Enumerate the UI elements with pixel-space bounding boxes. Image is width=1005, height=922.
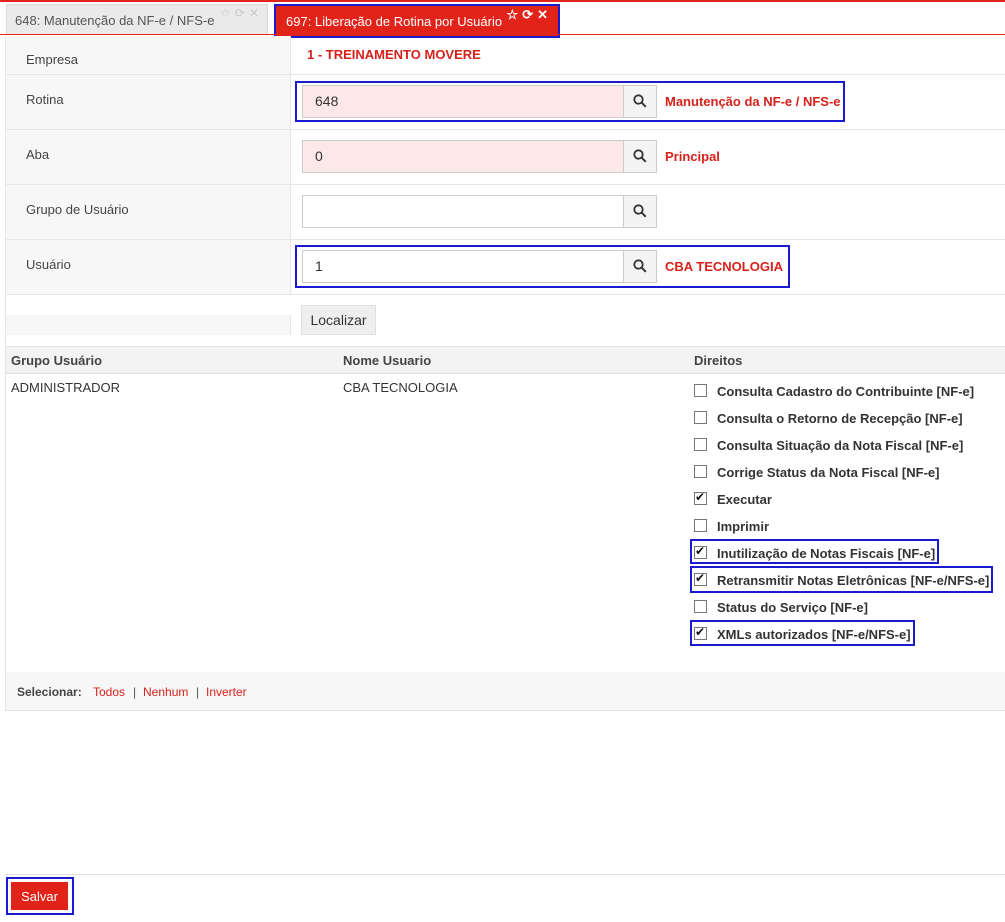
cell-nome-usuario: CBA TECNOLOGIA <box>343 380 458 395</box>
cell-grupo-usuario: ADMINISTRADOR <box>11 380 121 395</box>
right-label-7: Retransmitir Notas Eletrônicas [NF-e/NFS… <box>717 573 990 588</box>
right-checkbox-1[interactable] <box>694 411 707 424</box>
refresh-icon[interactable]: ⟳ <box>235 6 249 20</box>
tab-label: 697: Liberação de Rotina por Usuário <box>286 14 503 29</box>
search-icon <box>633 94 647 108</box>
aba-row: Aba 0 Principal <box>6 130 1005 185</box>
empresa-label-cell: Empresa <box>6 36 291 74</box>
usuario-description: CBA TECNOLOGIA <box>665 259 783 274</box>
rotina-input[interactable]: 648 <box>302 85 624 118</box>
right-checkbox-6[interactable] <box>694 544 707 559</box>
right-label-1: Consulta o Retorno de Recepção [NF-e] <box>717 411 963 426</box>
rotina-row: Rotina 648 Manutenção da NF-e / NFS-e <box>6 75 1005 130</box>
right-checkbox-5[interactable] <box>694 519 707 532</box>
tab-actions: ☆⟳✕ <box>507 0 552 30</box>
header-direitos: Direitos <box>694 353 743 368</box>
search-icon <box>633 259 647 273</box>
search-icon <box>633 149 647 163</box>
right-label-9: XMLs autorizados [NF-e/NFS-e] <box>717 627 911 642</box>
usuario-input[interactable]: 1 <box>302 250 624 283</box>
grupo-input[interactable] <box>302 195 624 228</box>
aba-label: Aba <box>26 147 50 162</box>
refresh-icon[interactable]: ⟳ <box>522 7 537 22</box>
header-nome-usuario: Nome Usuario <box>343 353 432 368</box>
tab-manutencao-nfe[interactable]: 648: Manutenção da NF-e / NFS-e ☆⟳✕ <box>6 4 268 35</box>
tab-underline <box>0 34 1005 35</box>
right-checkbox-3[interactable] <box>694 465 707 478</box>
grupo-label: Grupo de Usuário <box>26 202 129 217</box>
right-checkbox-2[interactable] <box>694 438 707 451</box>
right-label-4: Executar <box>717 492 772 507</box>
aba-label-cell: Aba <box>6 130 291 184</box>
star-icon[interactable]: ☆ <box>507 7 523 22</box>
select-none-link[interactable]: Nenhum <box>143 685 188 699</box>
empresa-value: 1 - TREINAMENTO MOVERE <box>307 47 481 62</box>
aba-input[interactable]: 0 <box>302 140 624 173</box>
search-icon <box>633 204 647 218</box>
localizar-row: Localizar <box>6 295 1005 346</box>
close-icon[interactable]: ✕ <box>249 6 263 20</box>
close-icon[interactable]: ✕ <box>537 7 552 22</box>
star-icon[interactable]: ☆ <box>220 6 235 20</box>
empresa-label: Empresa <box>26 52 79 67</box>
selecionar-label: Selecionar: <box>17 685 82 699</box>
footer-divider <box>5 874 1005 875</box>
right-label-6: Inutilização de Notas Fiscais [NF-e] <box>717 546 936 561</box>
select-all-link[interactable]: Todos <box>93 685 125 699</box>
usuario-search-button[interactable] <box>624 250 657 283</box>
tab-actions: ☆⟳✕ <box>220 0 263 29</box>
right-checkbox-9[interactable] <box>694 625 707 640</box>
right-label-2: Consulta Situação da Nota Fiscal [NF-e] <box>717 438 964 453</box>
invert-selection-link[interactable]: Inverter <box>206 685 247 699</box>
table-header: Grupo Usuário Nome Usuario Direitos <box>6 346 1005 374</box>
right-label-3: Corrige Status da Nota Fiscal [NF-e] <box>717 465 940 480</box>
grupo-row: Grupo de Usuário <box>6 185 1005 240</box>
tab-liberacao-rotina[interactable]: 697: Liberação de Rotina por Usuário ☆⟳✕ <box>274 4 560 38</box>
tab-bar: 648: Manutenção da NF-e / NFS-e ☆⟳✕ 697:… <box>0 2 1005 38</box>
separator: | <box>196 685 200 699</box>
form-panel: Empresa 1 - TREINAMENTO MOVERE Rotina 64… <box>5 36 1005 711</box>
separator: | <box>133 685 137 699</box>
rotina-label: Rotina <box>26 92 64 107</box>
rotina-description: Manutenção da NF-e / NFS-e <box>665 94 841 109</box>
usuario-row: Usuário 1 CBA TECNOLOGIA <box>6 240 1005 295</box>
tab-label: 648: Manutenção da NF-e / NFS-e <box>15 13 215 28</box>
localizar-button[interactable]: Localizar <box>301 305 376 335</box>
aba-search-button[interactable] <box>624 140 657 173</box>
usuario-label: Usuário <box>26 257 71 272</box>
right-label-0: Consulta Cadastro do Contribuinte [NF-e] <box>717 384 975 399</box>
save-highlight <box>6 877 74 915</box>
rotina-label-cell: Rotina <box>6 75 291 129</box>
usuario-label-cell: Usuário <box>6 240 291 294</box>
right-checkbox-0[interactable] <box>694 384 707 397</box>
right-checkbox-4[interactable] <box>694 490 707 505</box>
right-label-8: Status do Serviço [NF-e] <box>717 600 868 615</box>
grupo-label-cell: Grupo de Usuário <box>6 185 291 239</box>
selection-bar: Selecionar: Todos | Nenhum | Inverter <box>6 672 1005 710</box>
empresa-row: Empresa 1 - TREINAMENTO MOVERE <box>6 36 1005 75</box>
localizar-label-cell <box>6 315 291 335</box>
right-checkbox-7[interactable] <box>694 571 707 586</box>
grupo-search-button[interactable] <box>624 195 657 228</box>
right-label-5: Imprimir <box>717 519 770 534</box>
right-checkbox-8[interactable] <box>694 600 707 613</box>
header-grupo-usuario: Grupo Usuário <box>11 353 103 368</box>
aba-description: Principal <box>665 149 720 164</box>
rotina-search-button[interactable] <box>624 85 657 118</box>
